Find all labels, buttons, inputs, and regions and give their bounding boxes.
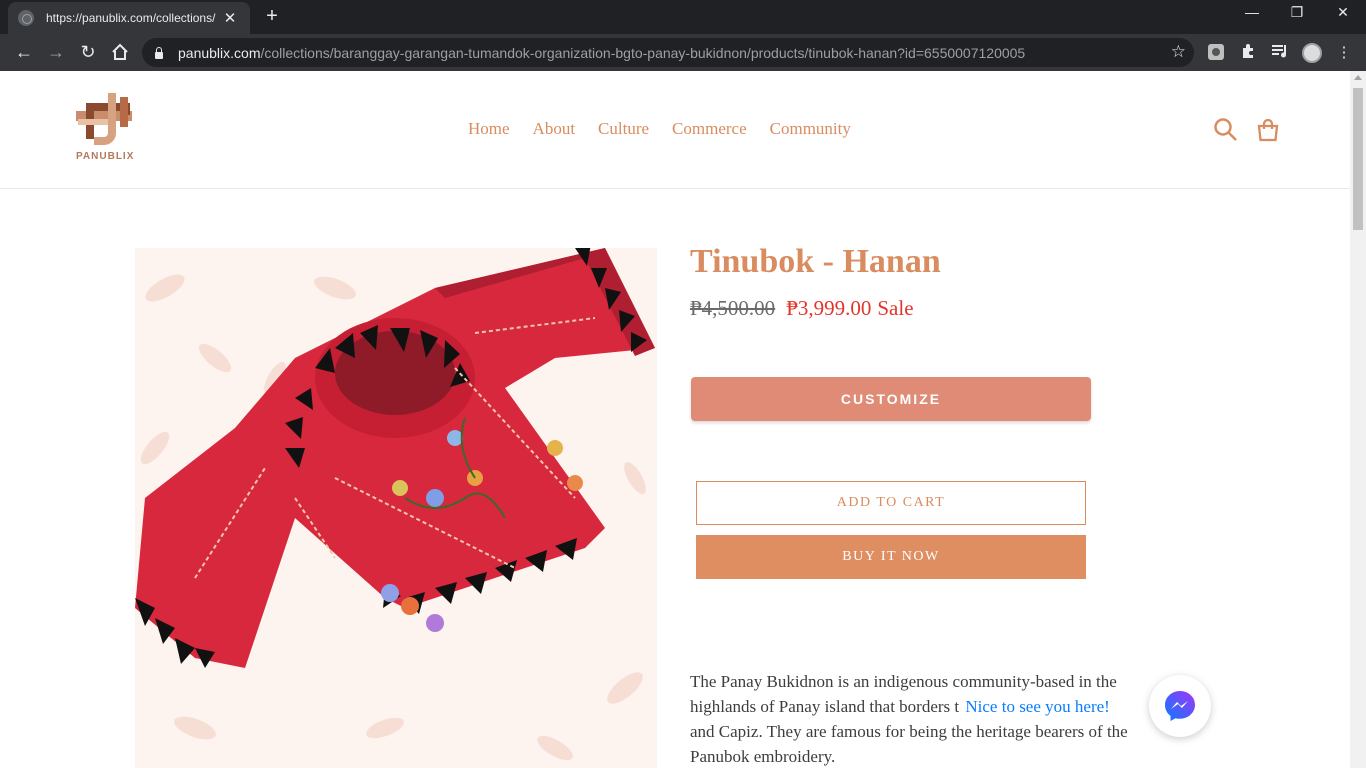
price-row: ₱4,500.00 ₱3,999.00 Sale	[690, 296, 914, 321]
url-path: /collections/baranggay-garangan-tumandok…	[260, 44, 1026, 61]
home-icon[interactable]	[108, 40, 132, 64]
forward-icon[interactable]: →	[44, 40, 68, 64]
nav-community[interactable]: Community	[770, 119, 851, 139]
reload-icon[interactable]: ↻	[76, 40, 100, 64]
description-line: and Capiz. They are famous for being the…	[690, 722, 1128, 741]
messenger-icon	[1165, 691, 1195, 721]
star-icon[interactable]: ☆	[1171, 42, 1186, 62]
extension-icon[interactable]	[1206, 43, 1226, 63]
puzzle-icon[interactable]	[1238, 43, 1258, 63]
description-line: The Panay Bukidnon is an indigenous comm…	[690, 672, 1117, 691]
main-nav: Home About Culture Commerce Community	[468, 119, 851, 139]
description-text: highlands of Panay island that borders t	[690, 697, 960, 716]
messenger-chat-button[interactable]	[1149, 675, 1211, 737]
address-bar[interactable]: panublix.com/collections/baranggay-garan…	[142, 38, 1194, 67]
globe-icon	[18, 10, 34, 26]
panublix-logo[interactable]: PANUBLIX	[72, 89, 152, 165]
sale-price: ₱3,999.00	[786, 296, 872, 320]
search-icon[interactable]	[1213, 117, 1239, 143]
nav-about[interactable]: About	[533, 119, 576, 139]
lock-icon[interactable]	[154, 46, 164, 59]
buy-now-button[interactable]: BUY IT NOW	[696, 535, 1086, 579]
nav-home[interactable]: Home	[468, 119, 510, 139]
browser-toolbar: ← → ↻ panublix.com/collections/baranggay…	[0, 34, 1366, 71]
sale-label: Sale	[877, 296, 914, 320]
window-close-icon[interactable]: ✕	[1328, 4, 1358, 21]
tab-title: https://panublix.com/collections/	[46, 11, 216, 25]
browser-tab-bar: https://panublix.com/collections/ ✕ + — …	[0, 0, 1366, 34]
back-icon[interactable]: ←	[12, 40, 36, 64]
customize-button[interactable]: CUSTOMIZE	[691, 377, 1091, 421]
nav-commerce[interactable]: Commerce	[672, 119, 747, 139]
nav-culture[interactable]: Culture	[598, 119, 649, 139]
add-to-cart-button[interactable]: ADD TO CART	[696, 481, 1086, 525]
original-price: ₱4,500.00	[690, 296, 776, 320]
product-image[interactable]	[135, 248, 657, 768]
new-tab-button[interactable]: +	[262, 6, 282, 26]
description-line: Panubok embroidery.	[690, 747, 836, 766]
scroll-up-icon[interactable]	[1354, 75, 1362, 80]
chat-greeting[interactable]: Nice to see you here!	[963, 697, 1112, 716]
page-scrollbar[interactable]	[1350, 71, 1366, 768]
site-header: PANUBLIX Home About Culture Commerce Com…	[0, 71, 1350, 189]
restore-icon[interactable]: ❐	[1282, 4, 1312, 21]
url-host: panublix.com	[178, 44, 261, 61]
page-content: PANUBLIX Home About Culture Commerce Com…	[0, 71, 1350, 768]
menu-icon[interactable]: ⋮	[1334, 43, 1354, 63]
browser-tab[interactable]: https://panublix.com/collections/ ✕	[8, 2, 250, 34]
media-icon[interactable]	[1270, 43, 1290, 63]
logo-text: PANUBLIX	[76, 151, 135, 162]
tab-close-icon[interactable]: ✕	[222, 9, 238, 27]
cart-icon[interactable]	[1255, 117, 1281, 143]
scrollbar-thumb[interactable]	[1353, 88, 1363, 230]
profile-avatar[interactable]	[1302, 43, 1322, 63]
product-description: The Panay Bukidnon is an indigenous comm…	[690, 669, 1230, 768]
product-title: Tinubok - Hanan	[690, 243, 941, 280]
minimize-icon[interactable]: —	[1237, 4, 1267, 20]
